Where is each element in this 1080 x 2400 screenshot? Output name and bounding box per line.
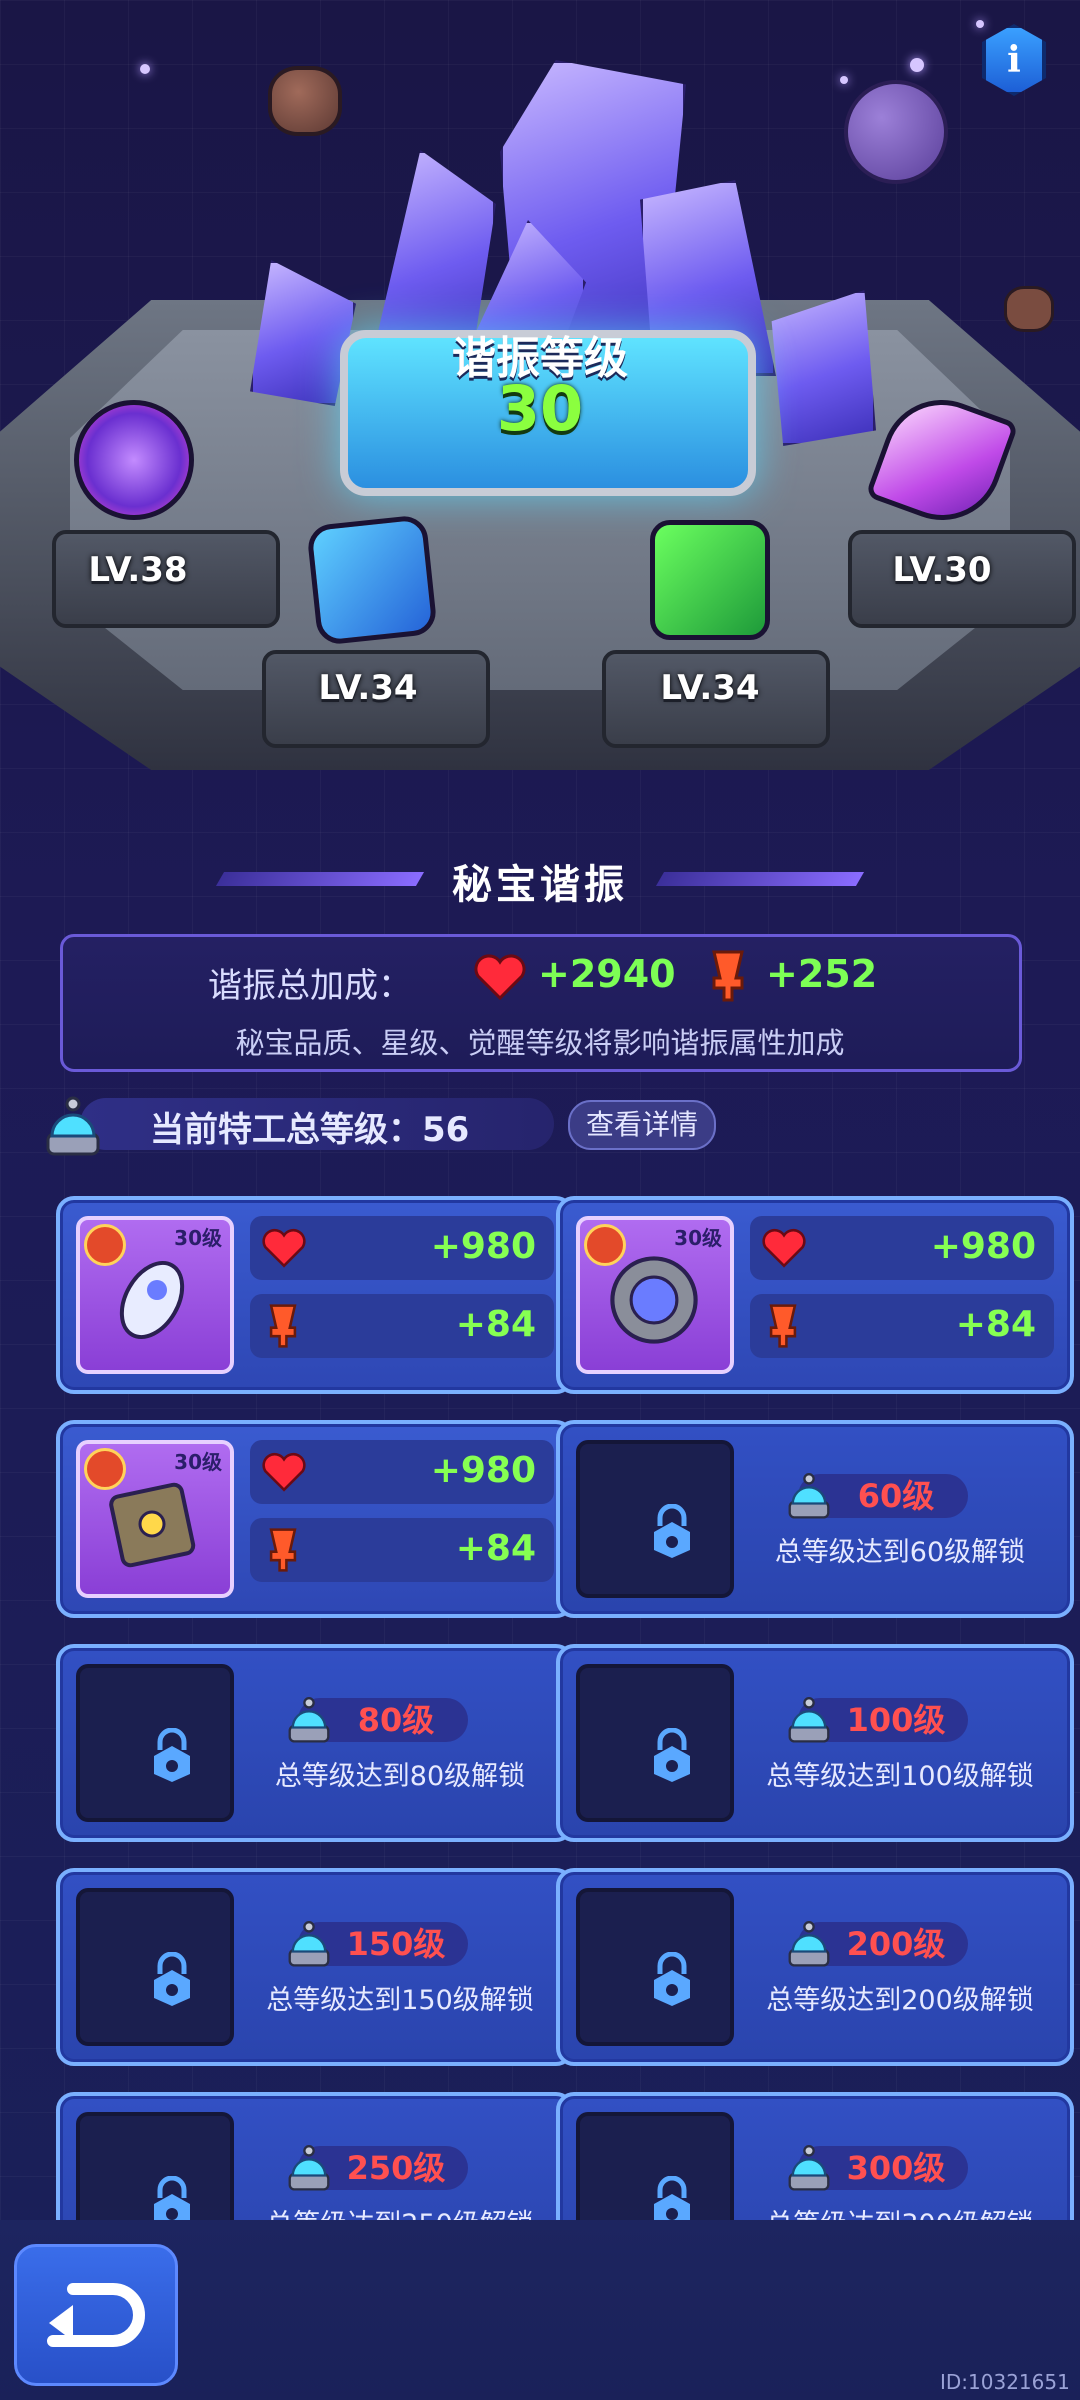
lock-icon [154, 1952, 190, 2006]
info-icon: i [1007, 39, 1021, 81]
blue-cube-relic[interactable] [306, 514, 438, 646]
purple-orb-relic[interactable] [74, 400, 194, 520]
unlock-requirement-text: 总等级达到60级解锁 [774, 1537, 1026, 1568]
orb-device-relic-icon [610, 1256, 698, 1344]
required-level: 250级 [346, 2149, 446, 2187]
relic-level-tag: 30级 [674, 1226, 722, 1250]
hp-stat-row: +980 [250, 1440, 554, 1504]
required-level: 80级 [357, 1701, 435, 1739]
hp-stat-row: +980 [250, 1216, 554, 1280]
book-relic-icon [109, 1482, 196, 1568]
attack-icon [769, 1304, 797, 1348]
attack-icon [712, 950, 744, 1002]
attack-icon [269, 1304, 297, 1348]
heart-icon [762, 1228, 806, 1268]
required-level: 60级 [857, 1477, 935, 1515]
unlock-requirement-text: 总等级达到200级解锁 [766, 1985, 1034, 2016]
atk-value: +84 [955, 1304, 1036, 1345]
star-decoration [840, 76, 848, 84]
locked-slot-card[interactable]: 60级 总等级达到60级解锁 [556, 1420, 1074, 1618]
required-level: 150级 [346, 1925, 446, 1963]
relic-level-label: LV.30 [892, 550, 992, 590]
empty-slot [76, 1664, 234, 1822]
relic-slot-card[interactable]: 30级 +980 +84 [56, 1420, 574, 1618]
bonus-atk-value: +252 [766, 952, 878, 996]
unlock-requirement-text: 总等级达到100级解锁 [766, 1761, 1034, 1792]
agent-dome-icon [46, 1096, 100, 1156]
lock-icon [654, 1728, 690, 1782]
required-level: 100级 [846, 1701, 946, 1739]
bonus-note: 秘宝品质、星级、觉醒等级将影响谐振属性加成 [235, 1026, 845, 1060]
star-decoration [910, 58, 924, 72]
heart-icon [262, 1452, 306, 1492]
required-level: 300级 [846, 2149, 946, 2187]
view-details-button[interactable]: 查看详情 [568, 1100, 716, 1150]
hp-stat-row: +980 [750, 1216, 1054, 1280]
rocket-relic-icon [119, 1261, 185, 1339]
green-gadget-relic[interactable] [650, 520, 770, 640]
hp-value: +980 [430, 1450, 536, 1491]
heart-icon [474, 954, 526, 1000]
hp-value: +980 [430, 1226, 536, 1267]
star-decoration [976, 20, 984, 28]
locked-slot-card[interactable]: 100级 总等级达到100级解锁 [556, 1644, 1074, 1842]
empty-slot [576, 1440, 734, 1598]
planet-decoration [844, 80, 948, 184]
relic-level-tag: 30级 [174, 1226, 222, 1250]
heart-icon [262, 1228, 306, 1268]
asteroid-decoration [268, 66, 342, 136]
relic-slot-card[interactable]: 30级 +980 +84 [556, 1196, 1074, 1394]
atk-stat-row: +84 [250, 1518, 554, 1582]
section-title: 秘宝谐振 [452, 862, 628, 908]
relic-level-tag: 30级 [174, 1450, 222, 1474]
required-level: 200级 [846, 1925, 946, 1963]
atk-stat-row: +84 [750, 1294, 1054, 1358]
info-button[interactable]: i [982, 24, 1046, 96]
resonance-scene: 谐振等级 30 LV.38 LV.34 LV.34 LV.30 i [0, 0, 1080, 860]
atk-stat-row: +84 [250, 1294, 554, 1358]
bonus-label: 谐振总加成： [208, 966, 412, 1006]
user-id-label: ID:10321651 [940, 2370, 1070, 2394]
back-button[interactable] [14, 2244, 178, 2386]
relic-level-label: LV.38 [88, 550, 188, 590]
relic-level-label: LV.34 [660, 668, 760, 708]
atk-value: +84 [455, 1304, 536, 1345]
relic-level-label: LV.34 [318, 668, 418, 708]
bonus-hp-value: +2940 [538, 952, 676, 996]
lock-icon [654, 1952, 690, 2006]
relic-slot: 30级 [76, 1216, 234, 1374]
lock-icon [654, 1504, 690, 1558]
empty-slot [576, 1888, 734, 2046]
locked-slot-card[interactable]: 200级 总等级达到200级解锁 [556, 1868, 1074, 2066]
unlock-requirement-text: 总等级达到150级解锁 [266, 1985, 534, 2016]
lock-icon [154, 1728, 190, 1782]
relic-slot-card[interactable]: 30级 +980 +84 [56, 1196, 574, 1394]
star-decoration [140, 64, 150, 74]
back-arrow-icon [47, 2283, 145, 2347]
atk-value: +84 [455, 1528, 536, 1569]
locked-slot-card[interactable]: 150级 总等级达到150级解锁 [56, 1868, 574, 2066]
total-level-text: 当前特工总等级：56 [150, 1110, 470, 1150]
empty-slot [576, 1664, 734, 1822]
locked-slot-card[interactable]: 80级 总等级达到80级解锁 [56, 1644, 574, 1842]
empty-slot [76, 1888, 234, 2046]
attack-icon [269, 1528, 297, 1572]
hp-value: +980 [930, 1226, 1036, 1267]
relic-slot: 30级 [576, 1216, 734, 1374]
unlock-requirement-text: 总等级达到80级解锁 [274, 1761, 526, 1792]
relic-slot: 30级 [76, 1440, 234, 1598]
